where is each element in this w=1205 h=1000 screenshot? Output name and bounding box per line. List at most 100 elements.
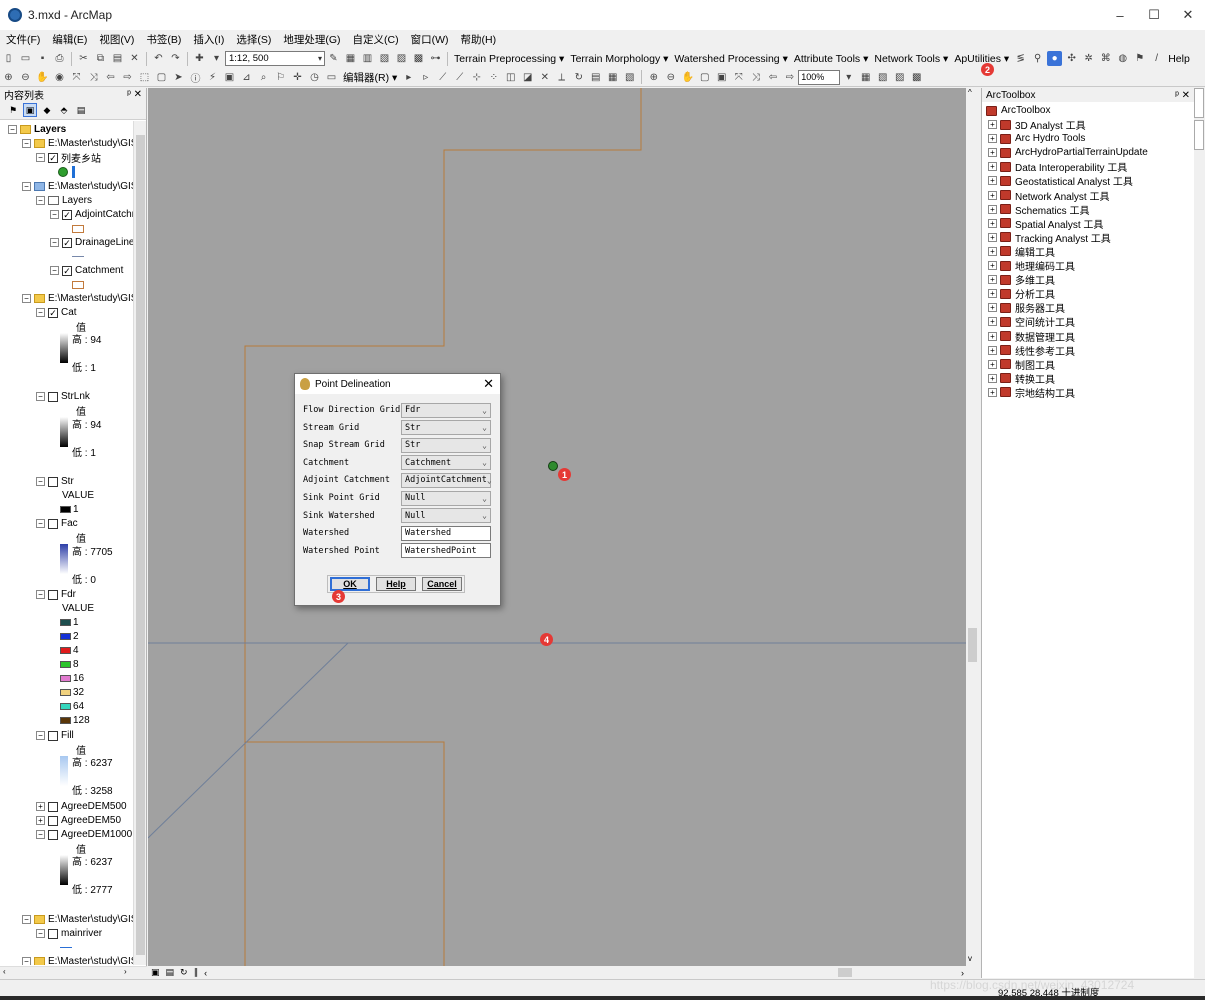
tree-row-folder[interactable]: − E:\Master\study\GIS — [22, 955, 133, 965]
close-icon[interactable]: ✕ — [1171, 0, 1205, 30]
expand-icon[interactable]: + — [988, 331, 997, 341]
field-select[interactable]: Catchment ⌄ — [401, 455, 491, 471]
toc-window-icon[interactable]: ▦ — [343, 51, 358, 66]
list-by-selection-icon[interactable]: ⬘ — [57, 103, 71, 117]
layout-pan-icon[interactable]: ✋ — [680, 70, 695, 85]
back-icon[interactable]: ⇦ — [103, 70, 118, 85]
help-menu[interactable]: Help — [1165, 53, 1193, 65]
end-point-arc-icon[interactable]: ⟋ — [452, 70, 467, 85]
editor-toolbar-icon[interactable]: ✎ — [326, 51, 341, 66]
new-icon[interactable]: ▯ — [1, 51, 16, 66]
menu-help[interactable]: 帮助(H) — [455, 32, 503, 47]
rotate-icon[interactable]: ↻ — [571, 70, 586, 85]
toolbox-item[interactable]: + 服务器工具 — [988, 301, 1065, 315]
collapse-icon[interactable]: − — [36, 196, 45, 205]
cancel-button[interactable]: Cancel — [422, 577, 462, 591]
toolbox-item[interactable]: + ArcHydroPartialTerrainUpdate — [988, 146, 1148, 159]
tree-row-folder[interactable]: − E:\Master\study\GIS — [22, 137, 133, 150]
collapse-icon[interactable]: − — [50, 210, 59, 219]
pin-close-icon[interactable]: ᵖ ✕ — [1175, 90, 1190, 101]
layer-checkbox[interactable]: ✓ — [62, 209, 72, 220]
expand-icon[interactable]: + — [988, 120, 997, 129]
fixed-zoom-in-icon[interactable]: ⤧ — [69, 70, 84, 85]
ok-button[interactable]: OK — [330, 577, 370, 591]
toc-horizontal-scrollbar[interactable]: ‹ › — [0, 966, 147, 978]
refresh-icon[interactable]: ↻ — [180, 967, 188, 978]
toolbox-item[interactable]: + 转换工具 — [988, 372, 1055, 386]
field-select[interactable]: Null ⌄ — [401, 508, 491, 524]
identify-icon[interactable]: ⓘ — [188, 70, 203, 85]
tree-row-strlnk[interactable]: − StrLnk — [36, 390, 90, 403]
globe-icon[interactable]: ◍ — [1115, 51, 1130, 66]
tree-row-drainage[interactable]: − ✓ DrainageLine — [50, 236, 133, 249]
undo-icon[interactable]: ↶ — [151, 51, 166, 66]
tree-row-agree1000[interactable]: − AgreeDEM1000 — [36, 828, 132, 841]
redo-icon[interactable]: ↷ — [168, 51, 183, 66]
create-features-icon[interactable]: ▧ — [622, 70, 637, 85]
collapse-icon[interactable]: − — [36, 392, 45, 401]
close-icon[interactable]: ✕ — [483, 376, 494, 392]
fixed-zoom-out-icon[interactable]: ⤨ — [86, 70, 101, 85]
collapse-icon[interactable]: − — [50, 238, 59, 247]
options-icon[interactable]: ▤ — [74, 103, 88, 117]
collapse-icon[interactable]: − — [8, 125, 17, 134]
clear-selection-icon[interactable]: ▢ — [154, 70, 169, 85]
point-icon[interactable]: ⁘ — [486, 70, 501, 85]
chevron-down-icon[interactable]: ▾ — [841, 70, 856, 85]
data-view-icon[interactable]: ▣ — [151, 967, 160, 978]
collapse-icon[interactable]: − — [22, 139, 31, 148]
toolbox-item[interactable]: + Geostatistical Analyst 工具 — [988, 174, 1133, 188]
expand-icon[interactable]: + — [988, 261, 997, 270]
layer-checkbox[interactable] — [48, 730, 58, 741]
expand-icon[interactable]: + — [988, 303, 997, 313]
toolbox-item[interactable]: + 地理编码工具 — [988, 259, 1075, 273]
attribute-tools-menu[interactable]: Attribute Tools ▾ — [791, 53, 872, 65]
focus-data-frame-icon[interactable]: ▧ — [875, 70, 890, 85]
collapse-icon[interactable]: − — [36, 590, 45, 599]
tree-row-layers[interactable]: − Layers — [8, 123, 66, 136]
field-select[interactable]: Fdr ⌄ — [401, 402, 491, 418]
toolbox-item[interactable]: + 宗地结构工具 — [988, 386, 1075, 400]
expand-icon[interactable]: + — [988, 148, 997, 158]
menu-selection[interactable]: 选择(S) — [230, 32, 277, 47]
field-select[interactable]: Str ⌄ — [401, 437, 491, 453]
zoom-100-icon[interactable]: ▣ — [714, 70, 729, 85]
toolbox-item[interactable]: + Arc Hydro Tools — [988, 132, 1085, 145]
menu-edit[interactable]: 编辑(E) — [46, 32, 93, 47]
copy-icon[interactable]: ⧉ — [93, 51, 108, 66]
sketch-properties-icon[interactable]: ▦ — [605, 70, 620, 85]
html-popup-icon[interactable]: ▣ — [222, 70, 237, 85]
expand-icon[interactable]: + — [988, 373, 997, 383]
menu-bookmarks[interactable]: 书签(B) — [140, 32, 187, 47]
toolbox-root[interactable]: ArcToolbox — [986, 104, 1050, 117]
toolbox-item[interactable]: +3D Analyst 工具 — [988, 118, 1086, 132]
dropdown-icon[interactable]: ▾ — [209, 51, 224, 66]
attributes-icon[interactable]: ▤ — [588, 70, 603, 85]
field-input[interactable]: Watershed — [401, 525, 491, 541]
tree-row-mainriver[interactable]: − mainriver — [36, 927, 102, 940]
trace-icon[interactable]: ⚲ — [1030, 51, 1045, 66]
menu-customize[interactable]: 自定义(C) — [347, 32, 405, 47]
scroll-right-icon[interactable]: › — [961, 968, 964, 978]
scrollbar-thumb[interactable] — [968, 628, 977, 662]
flag-icon[interactable]: ⚑ — [1132, 51, 1147, 66]
tree-row-fac[interactable]: − Fac — [36, 517, 78, 530]
cut-polygons-icon[interactable]: ✕ — [537, 70, 552, 85]
map-canvas[interactable]: 1 4 — [148, 88, 966, 966]
layer-checkbox[interactable] — [48, 518, 58, 529]
toolbox-item[interactable]: + Schematics 工具 — [988, 203, 1089, 217]
layer-checkbox[interactable]: ✓ — [48, 307, 58, 318]
menu-windows[interactable]: 窗口(W) — [405, 32, 455, 47]
select-elements-icon[interactable]: ➤ — [171, 70, 186, 85]
hyperlink-icon[interactable]: ⚡ — [205, 70, 220, 85]
layer-checkbox[interactable] — [48, 815, 58, 826]
expand-icon[interactable]: + — [988, 289, 997, 299]
tree-row-station[interactable]: − ✓ 列麦乡站 — [36, 151, 101, 165]
expand-icon[interactable]: + — [988, 176, 997, 186]
open-icon[interactable]: ▭ — [18, 51, 33, 66]
layout-forward-icon[interactable]: ⇨ — [782, 70, 797, 85]
tree-row-fdr[interactable]: − Fdr — [36, 588, 76, 601]
minimize-icon[interactable]: – — [1103, 0, 1137, 30]
time-slider-icon[interactable]: ◷ — [307, 70, 322, 85]
expand-icon[interactable]: + — [988, 275, 997, 285]
